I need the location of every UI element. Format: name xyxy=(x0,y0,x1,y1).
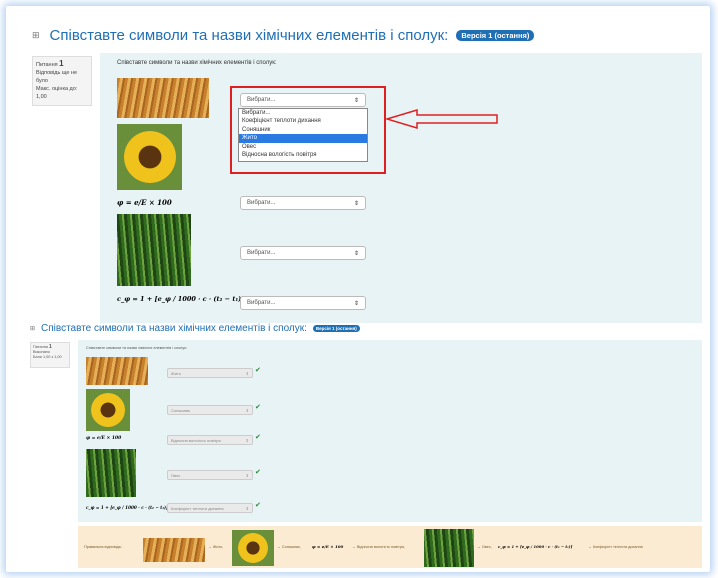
answer-select-2[interactable]: Вибрати... ⇕ xyxy=(240,196,366,210)
select-value: Вибрати... xyxy=(247,250,276,256)
question-text: Співставте символи та назви хімічних еле… xyxy=(117,60,277,66)
review-oats-image xyxy=(86,449,136,497)
formula-respiration: c_φ = 1 + [e_φ / 1000 · c · (t₂ − t₁)] xyxy=(117,295,245,303)
review-info-status: Виконано xyxy=(33,350,50,354)
formula-humidity: φ = e/E × 100 xyxy=(117,198,172,207)
review-info-label: Питання xyxy=(33,345,48,349)
feedback-oats-image xyxy=(424,529,474,567)
feedback-part-1: → Жито, xyxy=(208,545,224,549)
review-info-box: Питання 1 Виконано Бали 1,00 з 1,00 xyxy=(30,342,70,368)
version-badge: Версія 1 (остання) xyxy=(456,30,535,41)
review-select-3: Відносна вологість повітря ⇕ xyxy=(167,435,253,445)
feedback-wheat-image xyxy=(143,538,205,562)
review-answer: Коефіцієнт теплоти дихання xyxy=(171,505,224,511)
review-answer: Овес xyxy=(171,472,181,478)
review-wheat-image xyxy=(86,357,148,385)
review-question-text: Співставте символи та назви хімічних еле… xyxy=(86,346,187,350)
review-version-badge: Версія 1 (остання) xyxy=(312,325,360,332)
review-sunflower-image xyxy=(86,389,130,431)
review-answer: Відносна вологість повітря xyxy=(171,437,221,443)
sunflower-image xyxy=(117,124,182,190)
info-max-grade: Макс. оцінка до: 1,00 xyxy=(36,86,78,100)
feedback-sunflower-image xyxy=(232,530,274,566)
info-number: 1 xyxy=(59,59,64,68)
question-title: Співставте символи та назви хімічних еле… xyxy=(49,27,449,44)
review-header: ⊞ Співставте символи та назви хімічних е… xyxy=(30,323,360,334)
feedback-part-5: → Коефіцієнт теплоти дихання xyxy=(588,545,643,549)
info-label: Питання xyxy=(36,62,58,68)
oats-image xyxy=(117,214,191,286)
review-answer: Жито xyxy=(171,370,181,376)
review-formula-respiration: c_φ = 1 + [e_φ / 1000 · c · (t₂ − t₁)] xyxy=(86,505,169,510)
review-info-grade: Бали 1,00 з 1,00 xyxy=(33,355,62,359)
sunflower-shape xyxy=(123,131,176,183)
info-status: Відповідь ще не було xyxy=(36,70,78,84)
select-arrow-icon: ⇕ xyxy=(245,437,249,443)
feedback-part-2: → Соняшник, xyxy=(277,545,301,549)
correct-check-icon: ✔ xyxy=(255,434,261,441)
review-title: Співставте символи та назви хімічних еле… xyxy=(41,323,307,334)
wheat-image xyxy=(117,78,209,118)
answer-select-3[interactable]: Вибрати... ⇕ xyxy=(240,246,366,260)
select-arrow-icon: ⇕ xyxy=(245,505,249,511)
question-info-box: Питання 1 Відповідь ще не було Макс. оці… xyxy=(32,56,92,106)
flag-icon[interactable]: ⊞ xyxy=(32,30,40,41)
select-value: Вибрати... xyxy=(247,300,276,306)
review-formula-humidity: φ = e/E × 100 xyxy=(86,436,122,441)
question-header: ⊞ Співставте символи та назви хімічних е… xyxy=(32,27,535,44)
feedback-formula-humidity: φ = e/E × 100 xyxy=(312,544,344,549)
sunflower-shape xyxy=(91,393,125,427)
feedback-formula-respiration: c_φ = 1 + [e_φ / 1000 · c · (t₂ − t₁)] xyxy=(498,544,573,549)
select-value: Вибрати... xyxy=(247,200,276,206)
review-select-2: Соняшник ⇕ xyxy=(167,405,253,415)
feedback-prefix: Правильна відповідь: xyxy=(84,545,122,549)
answer-select-4[interactable]: Вибрати... ⇕ xyxy=(240,296,366,310)
select-arrow-icon: ⇕ xyxy=(245,407,249,413)
flag-icon[interactable]: ⊞ xyxy=(30,325,35,332)
select-arrow-icon: ⇕ xyxy=(353,250,359,257)
correct-check-icon: ✔ xyxy=(255,502,261,509)
annotation-red-box xyxy=(230,86,386,174)
select-arrow-icon: ⇕ xyxy=(245,370,249,376)
correct-check-icon: ✔ xyxy=(255,367,261,374)
sunflower-shape xyxy=(238,533,268,563)
review-select-1: Жито ⇕ xyxy=(167,368,253,378)
select-arrow-icon: ⇕ xyxy=(353,300,359,307)
correct-check-icon: ✔ xyxy=(255,404,261,411)
select-arrow-icon: ⇕ xyxy=(353,200,359,207)
annotation-arrow-icon xyxy=(385,108,498,130)
correct-check-icon: ✔ xyxy=(255,469,261,476)
feedback-part-3: → Відносна вологість повітря, xyxy=(352,545,406,549)
review-select-5: Коефіцієнт теплоти дихання ⇕ xyxy=(167,503,253,513)
review-answer: Соняшник xyxy=(171,407,190,413)
feedback-part-4: → Овес, xyxy=(477,545,492,549)
select-arrow-icon: ⇕ xyxy=(245,472,249,478)
review-select-4: Овес ⇕ xyxy=(167,470,253,480)
